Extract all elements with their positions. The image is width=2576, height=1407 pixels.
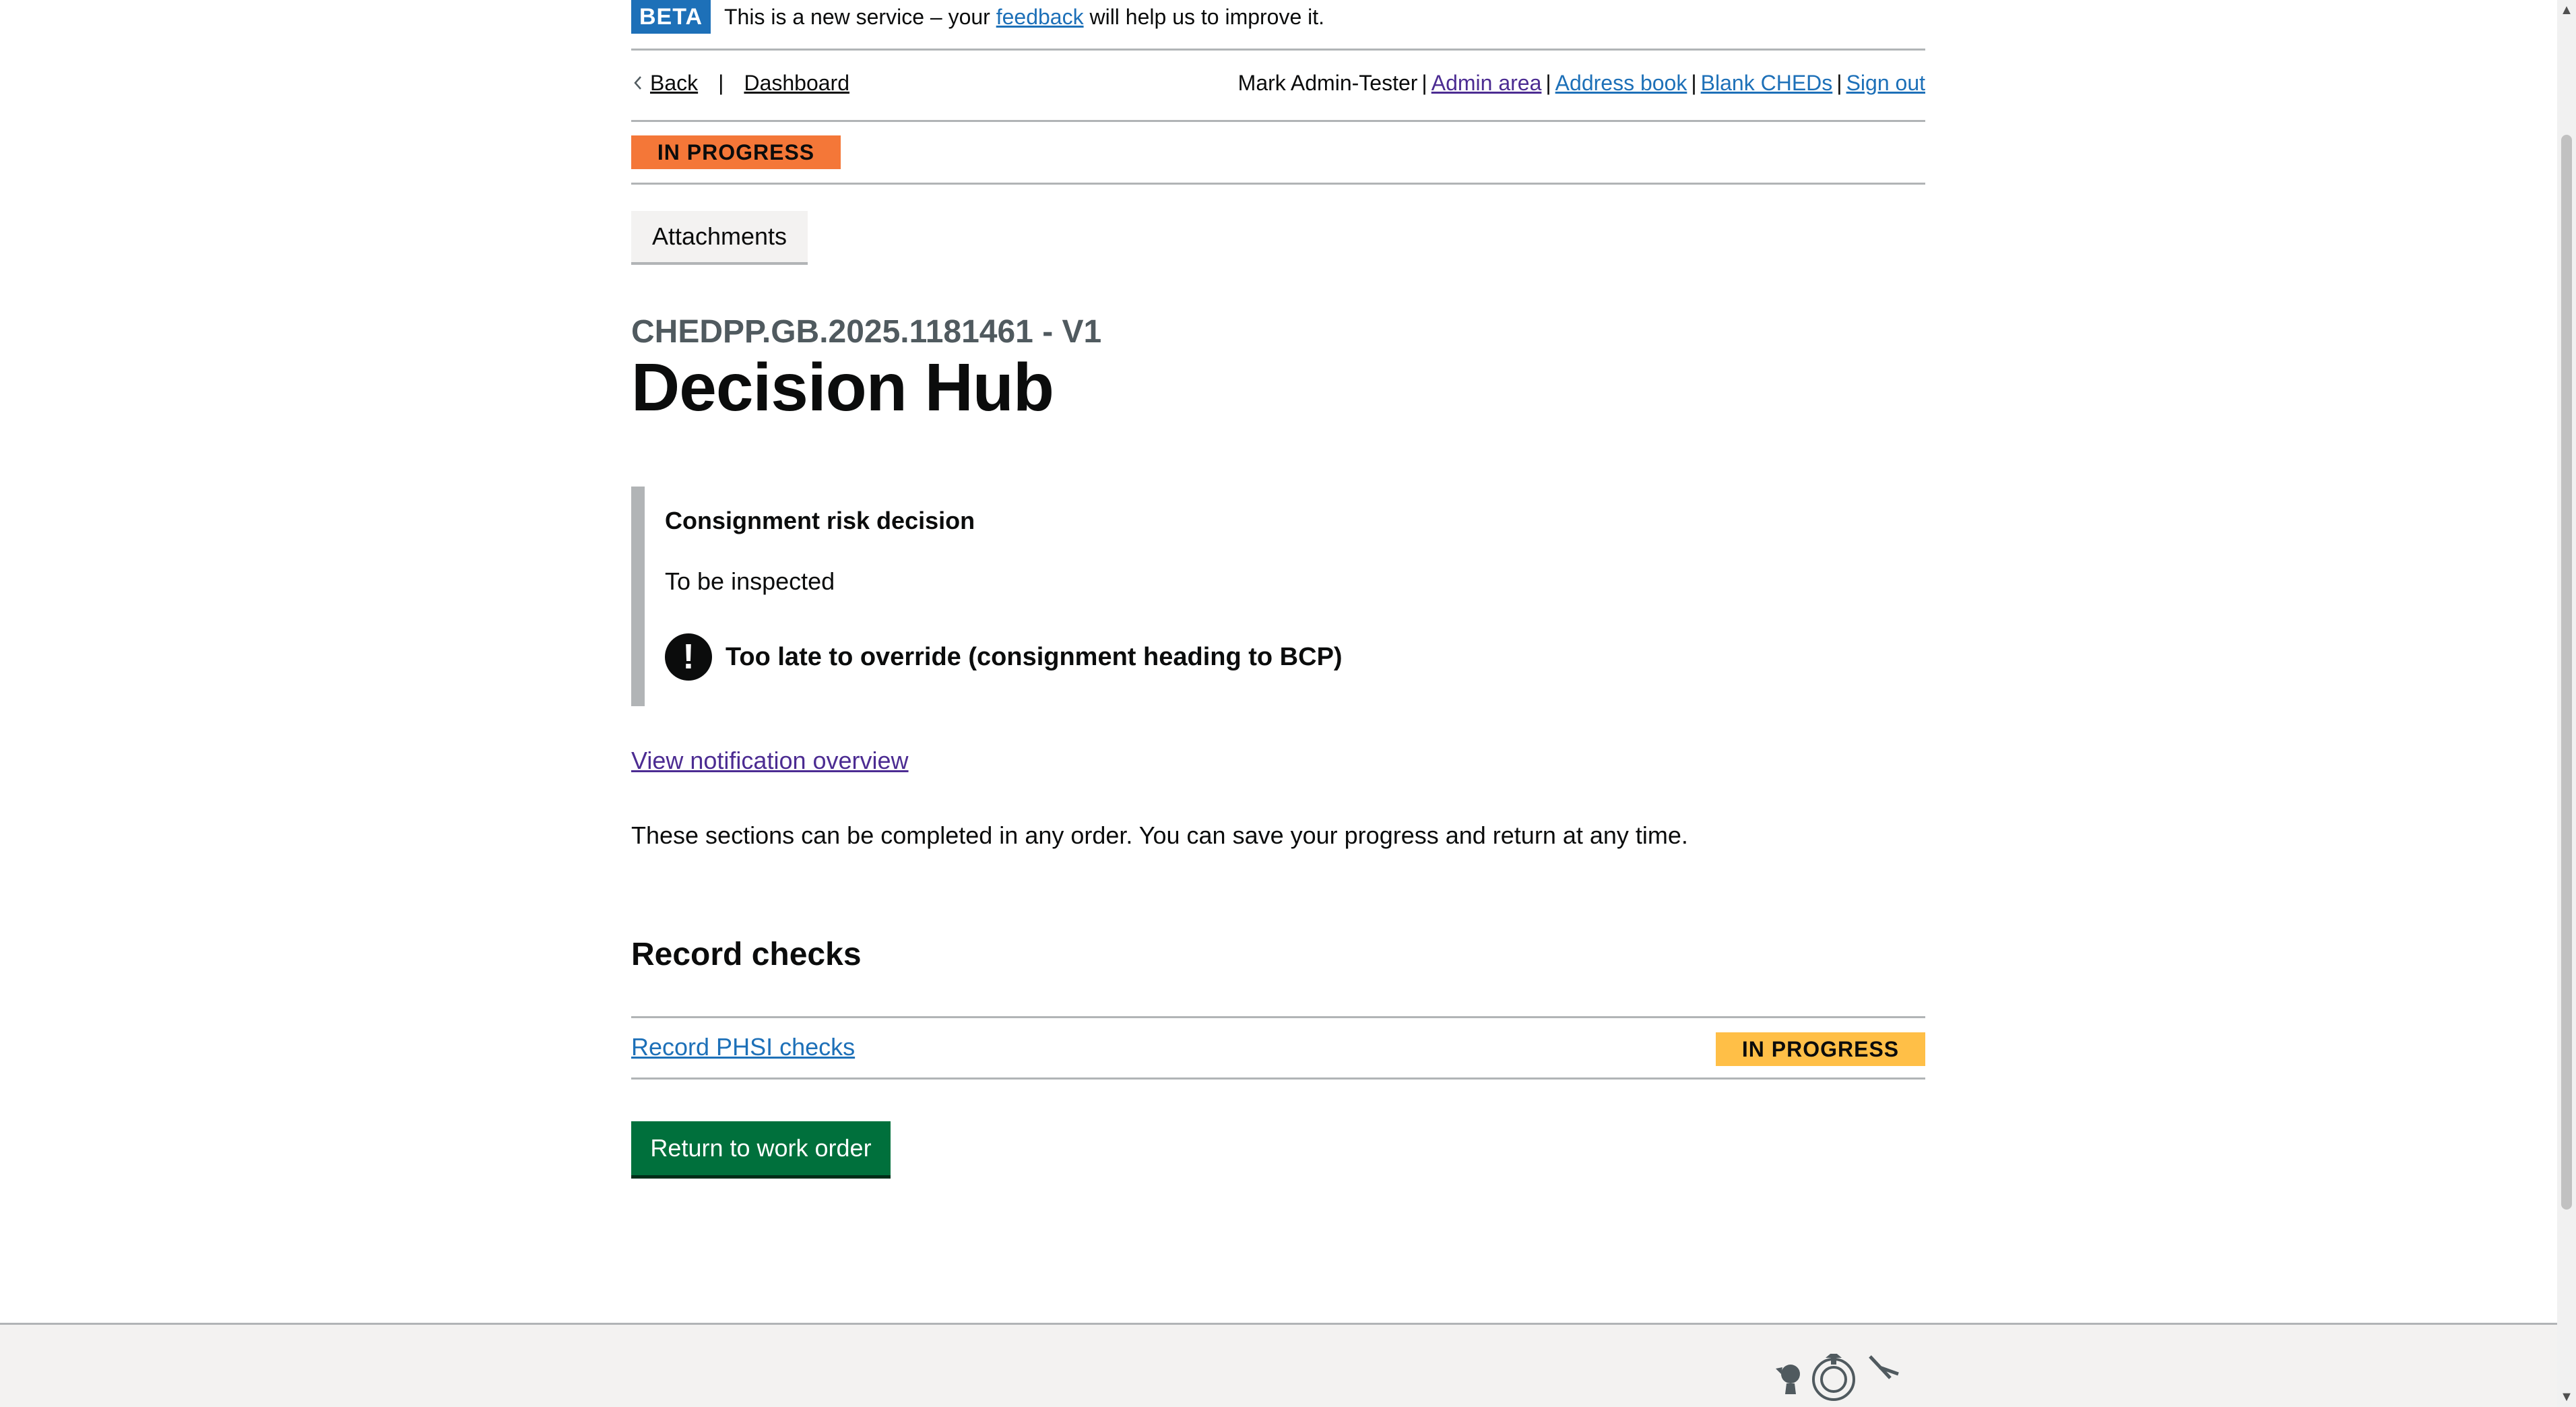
override-warning: ! Too late to override (consignment head… [665, 633, 1343, 681]
beta-message: This is a new service – your feedback wi… [724, 1, 1324, 32]
nav-pipe: | [1691, 71, 1697, 95]
nav-pipe: | [1836, 71, 1842, 95]
dashboard-link[interactable]: Dashboard [744, 67, 849, 98]
footer [0, 1323, 2557, 1407]
blank-cheds-link[interactable]: Blank CHEDs [1701, 71, 1833, 95]
vertical-scrollbar[interactable]: ▲ ▼ [2557, 0, 2576, 1407]
navigation-bar: Back | Dashboard Mark Admin-Tester | Admin… [631, 49, 1925, 122]
risk-decision-title: Consignment risk decision [665, 507, 975, 534]
intro-text: These sections can be completed in any o… [631, 821, 1688, 849]
phase-banner: BETA This is a new service – your feedba… [631, 0, 1925, 51]
user-name: Mark Admin-Tester [1237, 71, 1418, 95]
beta-text-before: This is a new service – your [724, 5, 996, 29]
nav-separator: | [718, 71, 724, 95]
warning-text: Too late to override (consignment headin… [726, 642, 1343, 671]
risk-decision-panel: Consignment risk decision To be inspecte… [631, 487, 1372, 706]
scrollbar-thumb[interactable] [2561, 135, 2572, 1210]
status-bar: IN PROGRESS [631, 122, 1925, 185]
nav-pipe: | [1545, 71, 1551, 95]
nav-left: Back | Dashboard [631, 67, 849, 98]
admin-area-link[interactable]: Admin area [1431, 71, 1542, 95]
royal-crest-icon [1776, 1354, 1899, 1401]
chevron-left-icon [634, 76, 641, 90]
record-checks-heading: Record checks [631, 937, 862, 972]
view-notification-overview-link[interactable]: View notification overview [631, 747, 909, 775]
address-book-link[interactable]: Address book [1555, 71, 1687, 95]
user-nav: Mark Admin-Tester | Admin area | Address boo… [1238, 67, 1925, 98]
risk-decision-value: To be inspected [665, 567, 835, 595]
scroll-up-arrow-icon[interactable]: ▲ [2557, 0, 2576, 20]
warning-icon: ! [665, 633, 712, 681]
record-phsi-checks-link[interactable]: Record PHSI checks [631, 1033, 855, 1061]
beta-tag: BETA [631, 0, 711, 34]
status-badge: IN PROGRESS [631, 135, 841, 169]
back-link[interactable]: Back [631, 67, 698, 98]
scroll-down-arrow-icon[interactable]: ▼ [2557, 1387, 2576, 1407]
task-row: Record PHSI checks IN PROGRESS [631, 1016, 1925, 1080]
page-title: Decision Hub [631, 350, 1054, 425]
sign-out-link[interactable]: Sign out [1846, 71, 1925, 95]
attachments-tab[interactable]: Attachments [631, 211, 808, 265]
return-to-work-order-button[interactable]: Return to work order [631, 1121, 891, 1175]
back-label: Back [650, 71, 699, 95]
nav-pipe: | [1421, 71, 1427, 95]
beta-text-after: will help us to improve it. [1083, 5, 1325, 29]
page: BETA This is a new service – your feedba… [0, 0, 2557, 1407]
feedback-link[interactable]: feedback [996, 5, 1084, 29]
certificate-reference: CHEDPP.GB.2025.1181461 - V1 [631, 314, 1102, 350]
task-status-badge: IN PROGRESS [1716, 1032, 1925, 1066]
